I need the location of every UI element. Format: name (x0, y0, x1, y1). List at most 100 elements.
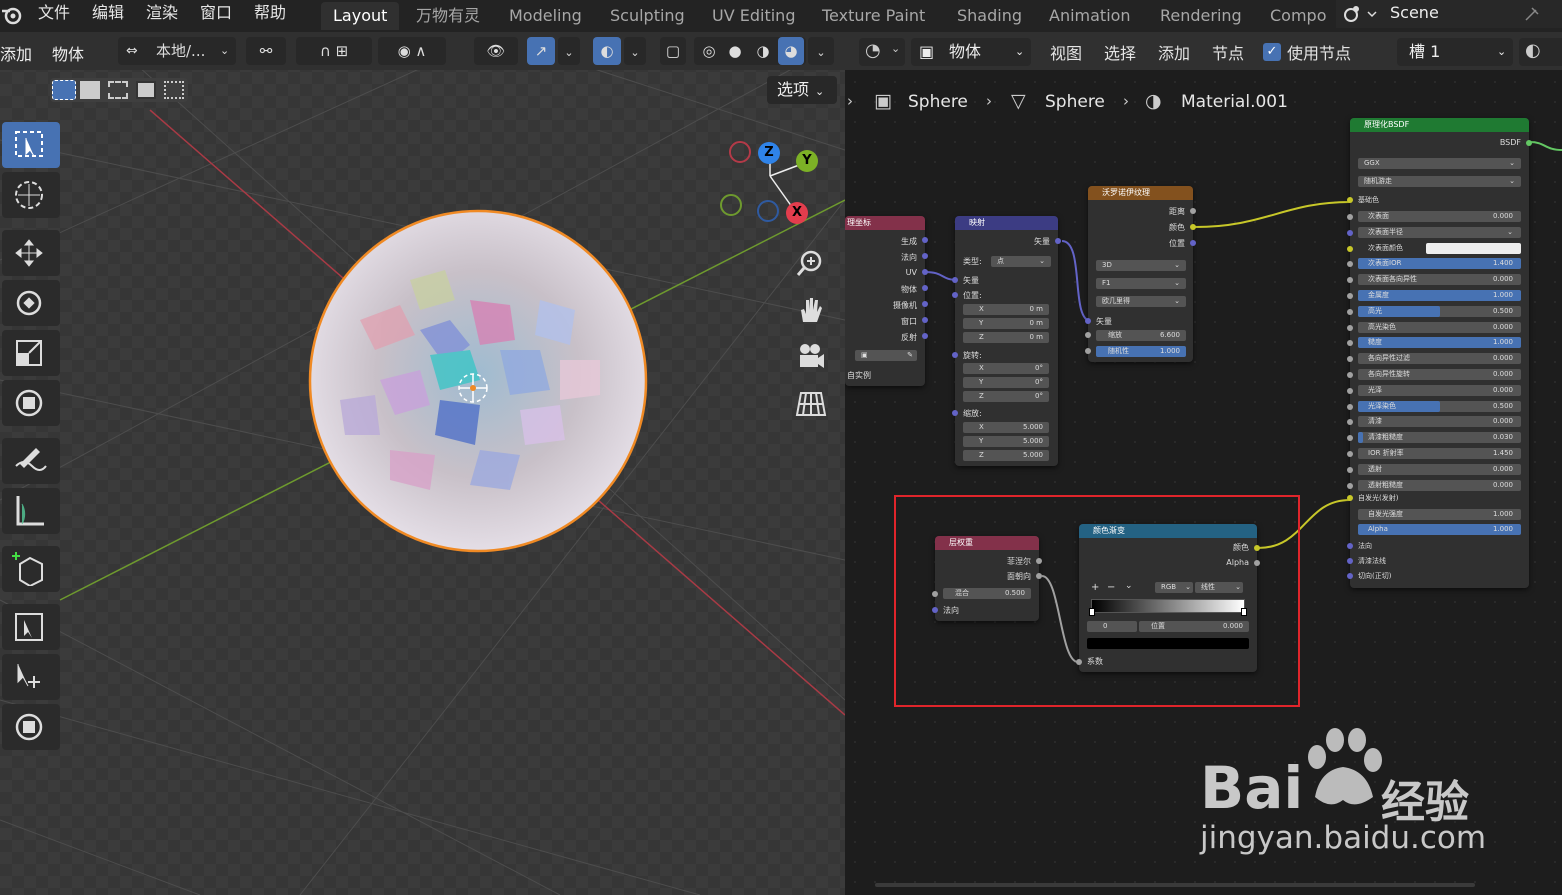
bsdf-input-row[interactable]: 金属度 1.000 (1347, 290, 1521, 301)
socket-position[interactable] (1190, 240, 1196, 246)
location-x[interactable]: X0 m (963, 304, 1049, 315)
input-socket[interactable] (1347, 403, 1353, 410)
proportional-editing[interactable]: ◉ ∧ (378, 37, 446, 65)
alpha-field[interactable]: Alpha 1.000 (1358, 524, 1521, 535)
zoom-icon[interactable] (795, 247, 827, 279)
scale-field[interactable]: 缩放 6.600 (1096, 330, 1186, 341)
input-socket[interactable] (1347, 214, 1353, 220)
node-principled-bsdf[interactable]: 原理化BSDF BSDF GGX ⌄ 随机游走 ⌄ 基础色 次表面 0.000 次表面半… (1347, 118, 1532, 588)
blend-field[interactable]: 混合 0.500 (943, 588, 1031, 599)
select-invert-icon[interactable] (136, 81, 156, 99)
overlay-toggle[interactable]: ◐ (593, 37, 621, 65)
socket-vector-in[interactable] (952, 277, 958, 283)
tab-compositing[interactable]: Compo (1258, 2, 1330, 30)
bsdf-input-row[interactable]: 高光染色 0.000 (1347, 321, 1521, 333)
randomness-field[interactable]: 随机性 1.000 (1096, 346, 1186, 357)
tab-wanwu[interactable]: 万物有灵 (404, 2, 492, 30)
scale-x[interactable]: X 5.000 (963, 422, 1049, 433)
socket-fresnel[interactable] (1036, 558, 1042, 564)
bsdf-input-row[interactable]: 光泽染色 0.500 (1347, 400, 1521, 412)
viewport-add-menu[interactable]: 添加 (0, 41, 32, 65)
socket-normal[interactable] (922, 253, 928, 259)
rotation-x[interactable]: X 0° (963, 363, 1049, 374)
hand-pan-icon[interactable] (795, 294, 827, 326)
socket-rotation[interactable] (952, 352, 958, 358)
selection-mode-buttons[interactable] (50, 78, 188, 102)
socket-fac[interactable] (1076, 659, 1082, 665)
menu-file[interactable]: 文件 (38, 0, 70, 28)
socket-blend[interactable] (932, 591, 938, 597)
bsdf-input-row[interactable]: 清漆 0.000 (1347, 416, 1521, 428)
menu-edit[interactable]: 编辑 (92, 0, 124, 28)
pin-icon[interactable] (1522, 4, 1542, 24)
bsdf-input-row[interactable]: 次表面各向异性 0.000 (1347, 274, 1521, 286)
options-dropdown[interactable]: 选项 ⌄ (767, 76, 837, 104)
bsdf-input-row[interactable]: 次表面半径 ⌄ (1347, 226, 1521, 238)
remove-stop-button[interactable]: − (1107, 582, 1115, 593)
input-socket[interactable] (1347, 324, 1353, 331)
socket-base-color[interactable] (1347, 197, 1353, 203)
node-voronoi-texture[interactable]: 沃罗诺伊纹理 距离 颜色 位置 3D ⌄ F1 ⌄ 欧几里得 ⌄ 矢量 缩放 6.600… (1085, 186, 1196, 362)
socket-randomness[interactable] (1085, 348, 1091, 354)
socket-vector-in[interactable] (1085, 318, 1091, 324)
dimensions-dropdown[interactable]: 3D ⌄ (1096, 260, 1186, 271)
object-picker[interactable]: ▣ ✎ (855, 350, 917, 361)
color-ramp-gradient[interactable] (1091, 599, 1245, 613)
tab-uv-editing[interactable]: UV Editing (700, 2, 807, 30)
gizmo-neg-x-icon[interactable] (729, 141, 751, 163)
tool-to-sphere[interactable] (2, 704, 60, 750)
rendered-icon[interactable]: ◕ (778, 37, 804, 65)
emission-strength-field[interactable]: 自发光强度 1.000 (1358, 509, 1521, 520)
bsdf-input-row[interactable]: 各向异性过滤 0.000 (1347, 353, 1521, 365)
input-socket[interactable] (1347, 482, 1353, 489)
input-socket[interactable] (1347, 419, 1353, 426)
socket-tangent[interactable] (1347, 573, 1353, 579)
tool-measure[interactable] (2, 488, 60, 534)
node-texture-coordinate[interactable]: 理坐标 生成 法向 UV 物体 摄像机 窗口 反射 ▣ ✎ 自实例 (845, 216, 928, 386)
stop-position-field[interactable]: 位置 0.000 (1139, 621, 1249, 632)
bsdf-input-row[interactable]: 次表面 0.000 (1347, 211, 1521, 222)
wireframe-icon[interactable]: ◎ (696, 37, 722, 65)
select-new-icon[interactable] (52, 80, 76, 100)
color-mode-dropdown[interactable]: RGB ⌄ (1155, 582, 1193, 593)
location-y[interactable]: Y0 m (963, 318, 1049, 329)
tab-shading[interactable]: Shading (945, 2, 1034, 30)
xray-toggle[interactable]: ▢ (660, 37, 686, 65)
socket-window[interactable] (922, 317, 928, 323)
transform-orientation-dropdown[interactable]: ⇔ 本地/... ⌄ (118, 37, 236, 65)
bsdf-input-row[interactable]: 透射 0.000 (1347, 463, 1521, 475)
from-instancer-checkbox[interactable]: 自实例 (847, 370, 871, 381)
tab-rendering[interactable]: Rendering (1148, 2, 1254, 30)
socket-color-out[interactable] (1254, 545, 1260, 551)
tool-shear[interactable] (2, 654, 60, 700)
snapping-toggle[interactable]: ∩ ⊞ (296, 37, 372, 65)
navigation-gizmo[interactable]: Z Y X (715, 136, 825, 236)
location-z[interactable]: Z0 m (963, 332, 1049, 343)
input-socket[interactable] (1347, 435, 1353, 442)
3d-viewport[interactable]: 添加 物体 ⇔ 本地/... ⌄ ⚯ ∩ ⊞ ◉ ∧ 👁 ↗ ⌄ ◐ ⌄ ▢ ◎… (0, 32, 845, 895)
chevron-down-icon[interactable]: ⌄ (1125, 581, 1133, 591)
gizmo-x-icon[interactable]: X (786, 202, 808, 224)
input-socket[interactable] (1347, 277, 1353, 284)
bsdf-input-row[interactable]: 高光 0.500 (1347, 305, 1521, 317)
tool-rotate-edit[interactable] (2, 604, 60, 650)
camera-icon[interactable] (795, 340, 827, 372)
tool-scale[interactable] (2, 330, 60, 376)
input-socket[interactable] (1347, 261, 1353, 268)
bsdf-input-row[interactable]: 各向异性旋转 0.000 (1347, 369, 1521, 380)
select-intersect-icon[interactable] (164, 81, 184, 99)
socket-emission[interactable] (1347, 495, 1353, 501)
socket-bsdf[interactable] (1526, 140, 1532, 146)
shading-modes[interactable]: ◎ ● ◑ ◕ (694, 37, 806, 65)
socket-location[interactable] (952, 292, 958, 298)
tab-texture-paint[interactable]: Texture Paint (810, 2, 937, 30)
pivot-point-dropdown[interactable]: ⚯ (246, 37, 286, 65)
stop-index-field[interactable]: 0 (1087, 621, 1137, 632)
bsdf-input-row[interactable]: 透射粗糙度 0.000 (1347, 479, 1521, 491)
ramp-stop-black-handle[interactable] (1089, 608, 1095, 616)
distribution-dropdown[interactable]: GGX ⌄ (1358, 158, 1521, 169)
socket-object[interactable] (922, 285, 928, 291)
input-socket[interactable] (1347, 229, 1353, 236)
input-socket[interactable] (1347, 293, 1353, 299)
input-socket[interactable] (1347, 245, 1353, 252)
